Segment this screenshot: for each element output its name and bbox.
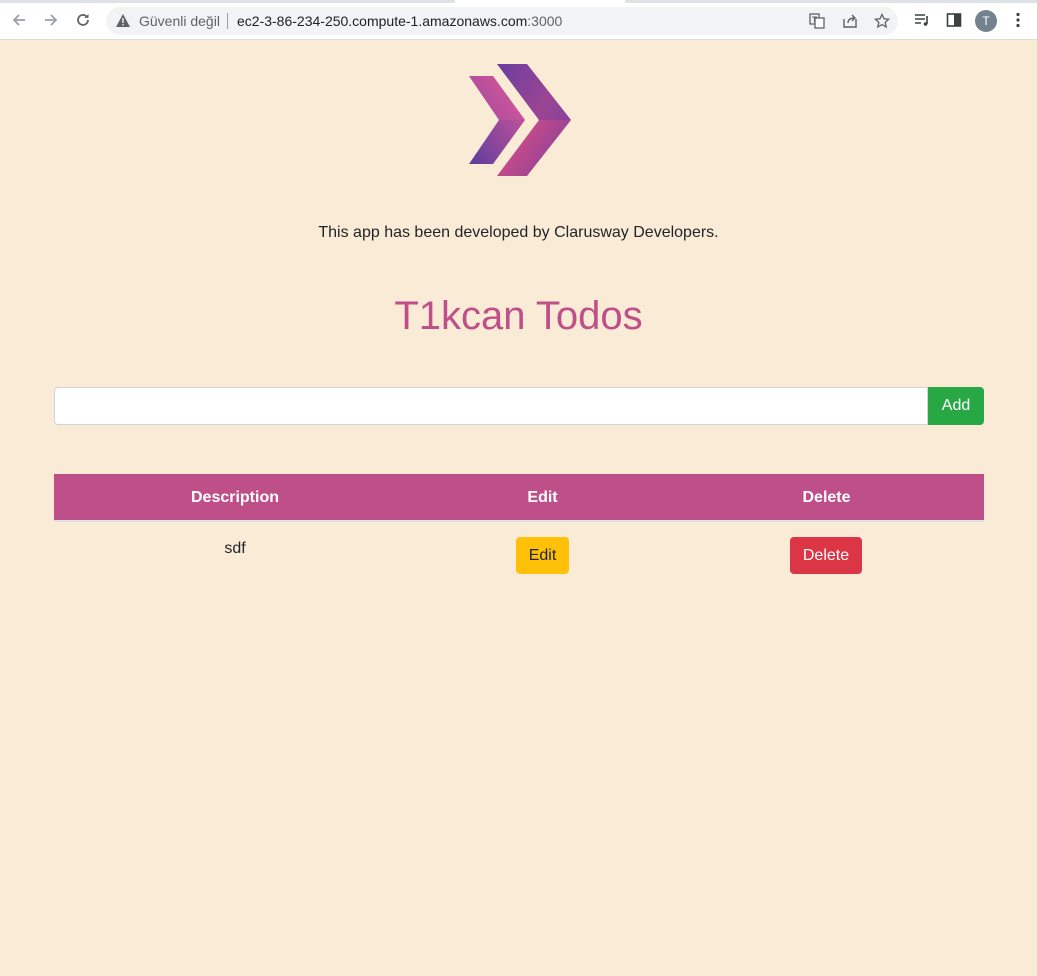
avatar[interactable]: T bbox=[975, 10, 997, 32]
warning-icon[interactable] bbox=[116, 14, 130, 32]
tab-strip bbox=[0, 0, 1037, 3]
translate-icon[interactable] bbox=[808, 12, 826, 30]
url-port: :3000 bbox=[527, 13, 563, 29]
add-button[interactable]: Add bbox=[928, 387, 984, 425]
omnibox-divider bbox=[227, 13, 228, 29]
active-tab-edge bbox=[455, 0, 625, 3]
url-host: ec2-3-86-234-250.compute-1.amazonaws.com bbox=[237, 13, 528, 29]
column-header-description: Description bbox=[190, 489, 279, 506]
media-queue-icon[interactable] bbox=[912, 10, 932, 30]
todo-input[interactable] bbox=[54, 387, 928, 425]
address-bar[interactable]: Güvenli değil ec2-3-86-234-250.compute-1… bbox=[106, 7, 898, 35]
delete-button[interactable]: Delete bbox=[790, 537, 862, 574]
developer-credit: This app has been developed by Clarusway… bbox=[318, 224, 719, 241]
reload-icon[interactable] bbox=[71, 8, 95, 32]
browser-toolbar: Güvenli değil ec2-3-86-234-250.compute-1… bbox=[0, 0, 1037, 40]
url-text[interactable]: ec2-3-86-234-250.compute-1.amazonaws.com… bbox=[237, 13, 562, 29]
todo-description: sdf bbox=[224, 540, 246, 557]
edit-button[interactable]: Edit bbox=[516, 537, 569, 574]
share-icon[interactable] bbox=[841, 12, 859, 30]
side-panel-icon[interactable] bbox=[944, 10, 964, 30]
more-vert-icon[interactable] bbox=[1008, 10, 1028, 30]
page-title: T1kcan Todos bbox=[394, 294, 643, 338]
column-header-delete: Delete bbox=[802, 489, 851, 506]
star-icon[interactable] bbox=[873, 12, 891, 30]
forward-arrow-icon[interactable] bbox=[39, 8, 63, 32]
table-header: Description Edit Delete bbox=[54, 474, 984, 522]
column-header-edit: Edit bbox=[527, 489, 558, 506]
back-arrow-icon[interactable] bbox=[7, 8, 31, 32]
clarusway-logo bbox=[467, 64, 571, 176]
security-label[interactable]: Güvenli değil bbox=[139, 13, 220, 29]
